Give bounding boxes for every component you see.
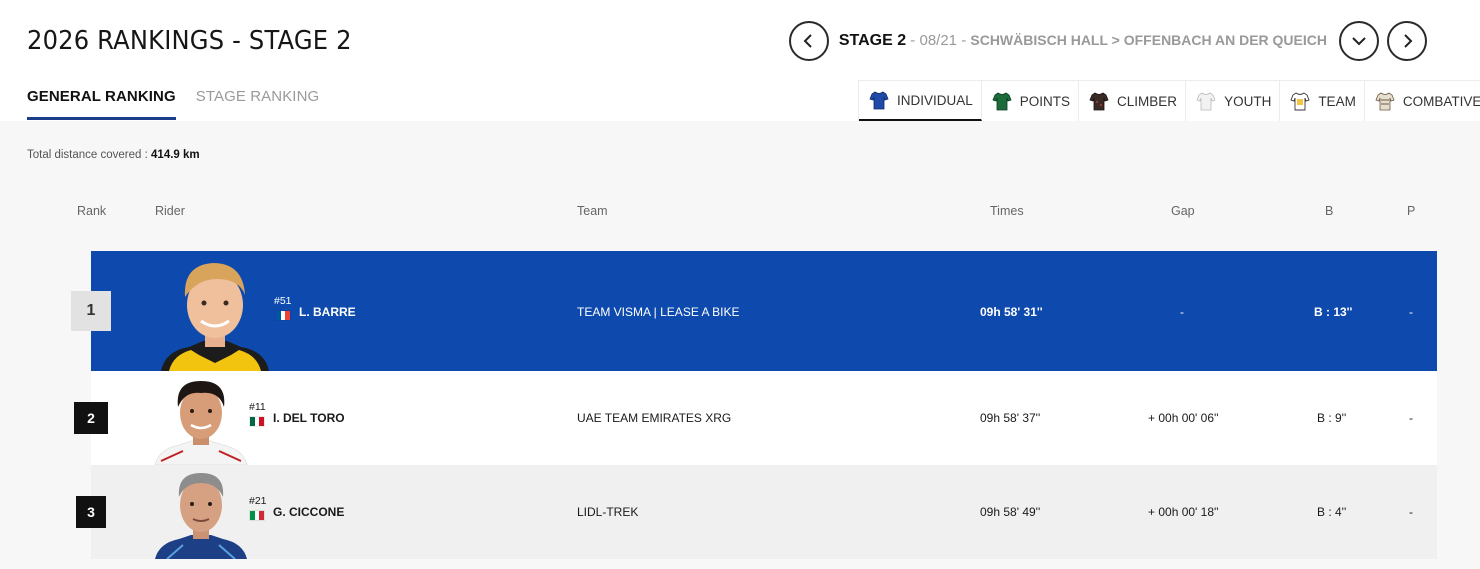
stage-info: STAGE 2 - 08/21 - SCHWÄBISCH HALL > OFFE… bbox=[839, 32, 1327, 50]
tab-individual[interactable]: INDIVIDUAL bbox=[859, 81, 982, 121]
green-jersey-icon bbox=[992, 92, 1012, 111]
rider-bib: #11 bbox=[249, 401, 266, 413]
classification-tabs: INDIVIDUAL POINTS CLIMBER YOUTH TEAM COM… bbox=[858, 80, 1480, 121]
stage-date: 08/21 bbox=[919, 32, 958, 49]
tab-climber[interactable]: CLIMBER bbox=[1079, 81, 1187, 121]
rider-gap: - bbox=[1180, 305, 1184, 319]
table-row[interactable]: 3 #21 G. CICCONE LIDL-TREK 09h 58' 49'' … bbox=[76, 465, 1437, 559]
rider-team[interactable]: TEAM VISMA | LEASE A BIKE bbox=[577, 305, 740, 319]
rider-bonus: B : 4'' bbox=[1317, 505, 1347, 519]
rider-penalty: - bbox=[1409, 411, 1413, 425]
flag-italy-icon bbox=[249, 510, 265, 521]
rank-badge: 3 bbox=[76, 496, 106, 528]
table-row[interactable]: 2 #11 I. DEL TORO UAE TEAM EMIRATES XRG … bbox=[74, 371, 1437, 465]
rider-time: 09h 58' 31'' bbox=[980, 305, 1043, 319]
stage-route: SCHWÄBISCH HALL > OFFENBACH AN DER QUEIC… bbox=[970, 32, 1327, 48]
rider-gap: + 00h 00' 18'' bbox=[1148, 505, 1219, 519]
stage-navigator: STAGE 2 - 08/21 - SCHWÄBISCH HALL > OFFE… bbox=[788, 21, 1427, 61]
rider-time: 09h 58' 37'' bbox=[980, 411, 1041, 425]
rider-portrait bbox=[155, 473, 247, 559]
total-distance: Total distance covered : 414.9 km bbox=[27, 149, 200, 161]
stage-separator: - bbox=[906, 32, 920, 49]
stage-route-separator: - bbox=[957, 32, 971, 49]
rank-badge: 2 bbox=[74, 402, 108, 434]
rider-bonus: B : 9'' bbox=[1317, 411, 1347, 425]
next-stage-button[interactable] bbox=[1387, 21, 1427, 61]
rider-bib: #21 bbox=[249, 495, 267, 507]
tab-youth[interactable]: YOUTH bbox=[1186, 81, 1281, 121]
tab-combative[interactable]: COMBATIVE bbox=[1365, 81, 1480, 121]
rider-team[interactable]: UAE TEAM EMIRATES XRG bbox=[577, 411, 731, 425]
rider-bib: #51 bbox=[274, 295, 292, 307]
page-title: 2026 RANKINGS - STAGE 2 bbox=[27, 26, 352, 56]
column-header-team: Team bbox=[577, 204, 608, 218]
blue-jersey-icon bbox=[869, 91, 889, 110]
climber-jersey-icon bbox=[1089, 92, 1109, 111]
white-jersey-icon bbox=[1196, 92, 1216, 111]
tab-points-label: POINTS bbox=[1019, 93, 1071, 109]
chevron-down-icon bbox=[1352, 37, 1366, 46]
team-jersey-icon bbox=[1290, 92, 1310, 111]
tab-youth-label: YOUTH bbox=[1224, 93, 1272, 109]
tab-combative-label: COMBATIVE bbox=[1402, 93, 1480, 109]
table-row[interactable]: 1 #51 L. BARRE TEAM VISMA | LEASE A BIKE… bbox=[71, 251, 1437, 371]
tab-team-label: TEAM bbox=[1318, 93, 1356, 109]
column-header-bonus: B bbox=[1325, 204, 1334, 218]
rider-name-link[interactable]: L. BARRE bbox=[299, 305, 356, 319]
tab-stage-ranking[interactable]: STAGE RANKING bbox=[196, 88, 320, 120]
rider-gap: + 00h 00' 06'' bbox=[1148, 411, 1219, 425]
stage-dropdown-button[interactable] bbox=[1339, 21, 1379, 61]
combative-jersey-icon bbox=[1375, 92, 1395, 111]
rider-portrait bbox=[161, 263, 269, 371]
tab-individual-label: INDIVIDUAL bbox=[897, 92, 973, 108]
column-header-penalty: P bbox=[1407, 204, 1416, 218]
column-header-gap: Gap bbox=[1171, 204, 1195, 218]
previous-stage-button[interactable] bbox=[788, 21, 829, 61]
page-header: 2026 RANKINGS - STAGE 2 GENERAL RANKING … bbox=[0, 0, 1480, 121]
tab-climber-label: CLIMBER bbox=[1117, 93, 1178, 109]
tab-points[interactable]: POINTS bbox=[982, 81, 1080, 121]
ranking-tabs: GENERAL RANKING STAGE RANKING bbox=[27, 88, 319, 120]
distance-label: Total distance covered : bbox=[27, 149, 148, 161]
flag-france-icon bbox=[275, 310, 291, 321]
tab-team[interactable]: TEAM bbox=[1280, 81, 1365, 121]
rider-name-link[interactable]: I. DEL TORO bbox=[273, 411, 345, 425]
rank-badge: 1 bbox=[71, 291, 111, 331]
rider-team[interactable]: LIDL-TREK bbox=[577, 505, 638, 519]
rider-penalty: - bbox=[1409, 505, 1413, 519]
rider-penalty: - bbox=[1409, 305, 1413, 319]
flag-mexico-icon bbox=[249, 416, 265, 427]
rider-name-link[interactable]: G. CICCONE bbox=[273, 505, 344, 519]
rider-portrait bbox=[154, 381, 248, 465]
ranking-content: Total distance covered : 414.9 km Rank R… bbox=[0, 121, 1480, 569]
column-header-rank: Rank bbox=[77, 204, 107, 218]
rider-time: 09h 58' 49'' bbox=[980, 505, 1041, 519]
chevron-left-icon bbox=[803, 34, 812, 48]
stage-label: STAGE 2 bbox=[838, 32, 907, 49]
distance-value: 414.9 km bbox=[151, 149, 200, 161]
rider-bonus: B : 13'' bbox=[1314, 305, 1353, 319]
chevron-right-icon bbox=[1404, 34, 1413, 48]
tab-general-ranking[interactable]: GENERAL RANKING bbox=[27, 88, 176, 120]
column-header-times: Times bbox=[990, 204, 1024, 218]
column-header-rider: Rider bbox=[155, 204, 185, 218]
